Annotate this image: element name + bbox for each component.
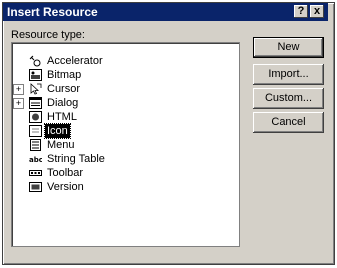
list-item-label: HTML	[47, 111, 77, 123]
toolbar-icon	[29, 170, 42, 176]
list-item-label: Cursor	[47, 83, 81, 95]
list-item-label: Version	[47, 181, 84, 193]
icon-resource-icon	[29, 125, 42, 137]
list-item-label: Dialog	[47, 97, 79, 109]
expand-icon[interactable]: +	[13, 84, 24, 95]
list-item-label: Icon	[44, 123, 71, 139]
accelerator-icon	[29, 55, 41, 67]
svg-text:abc: abc	[29, 156, 42, 164]
cancel-button[interactable]: Cancel	[253, 112, 324, 133]
import-button[interactable]: Import...	[253, 64, 324, 85]
title-bar: Insert Resource ? x	[3, 3, 328, 21]
dialog-title: Insert Resource	[7, 5, 98, 19]
bitmap-icon	[29, 69, 42, 81]
menu-icon	[30, 139, 41, 151]
close-button[interactable]: x	[310, 5, 324, 18]
version-icon	[29, 182, 42, 192]
resource-type-list[interactable]: Accelerator Bitmap + Cursor + Dialog HTM…	[11, 42, 240, 247]
html-icon	[29, 111, 42, 123]
cursor-icon	[30, 83, 42, 95]
list-item-label: Bitmap	[47, 69, 82, 81]
list-item-label: Accelerator	[47, 55, 103, 67]
list-item-label: Menu	[47, 139, 75, 151]
list-item-label: String Table	[47, 153, 105, 165]
new-button[interactable]: New	[253, 37, 324, 58]
expand-icon[interactable]: +	[13, 98, 24, 109]
list-item-label: Toolbar	[47, 167, 84, 179]
dialog-icon	[29, 97, 42, 109]
custom-button[interactable]: Custom...	[253, 88, 324, 109]
help-button[interactable]: ?	[294, 5, 308, 18]
resource-type-label: Resource type:	[11, 29, 85, 41]
string-table-icon: abc	[29, 156, 42, 164]
